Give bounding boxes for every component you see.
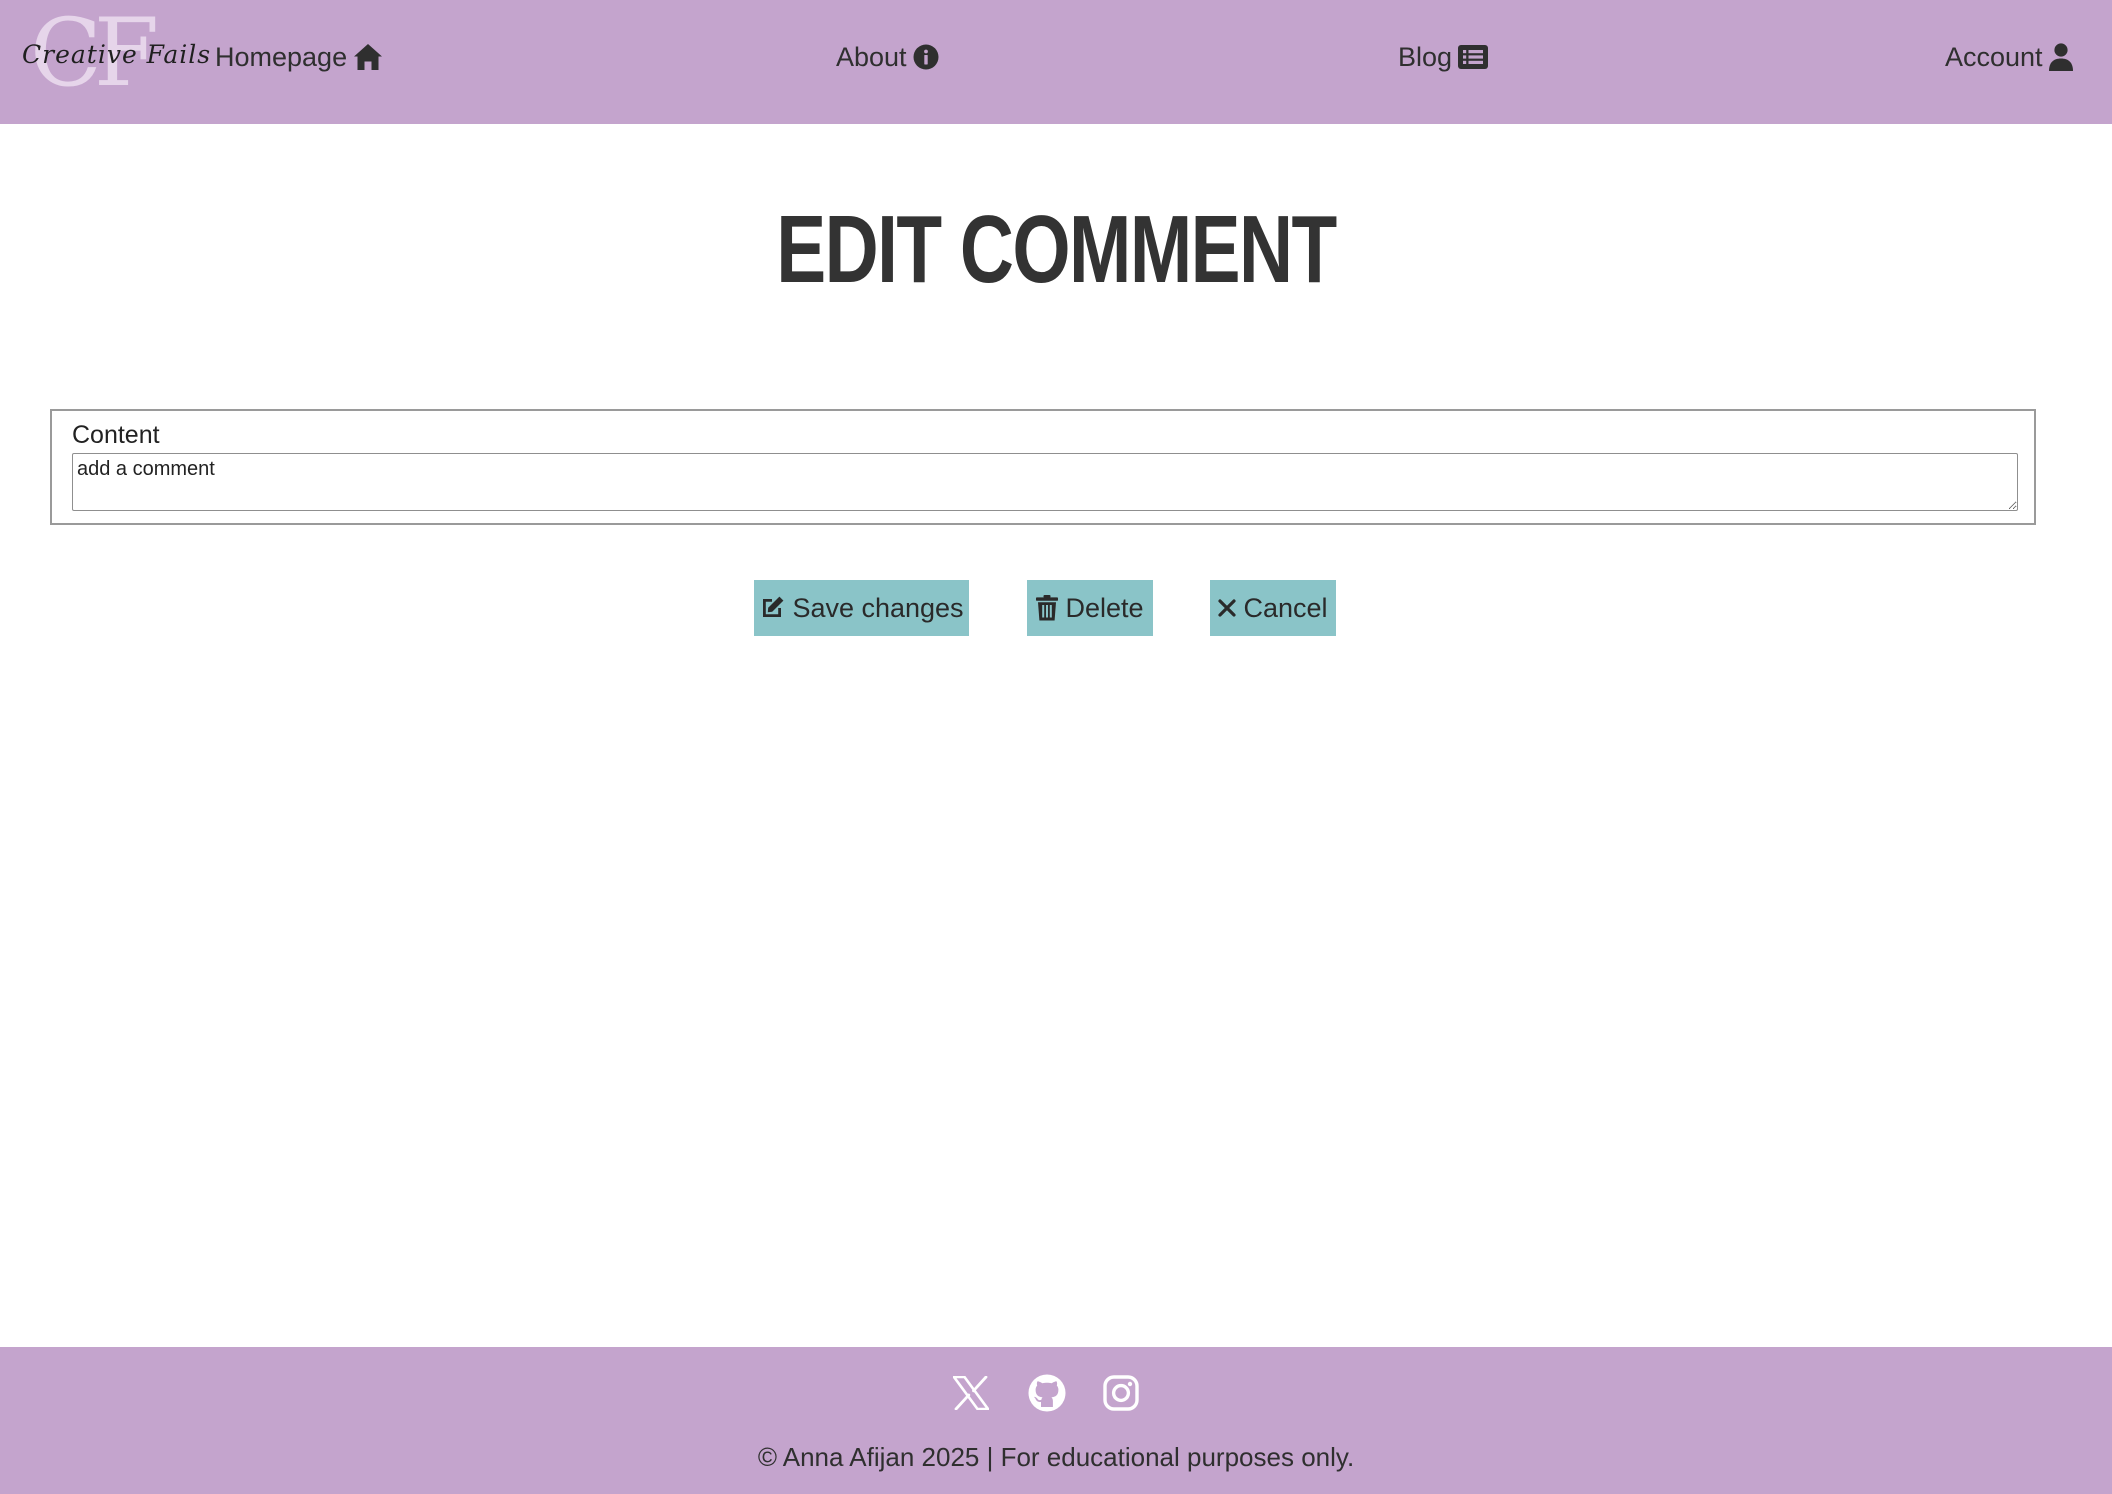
nav-blog-label: Blog [1398,41,1453,72]
site-logo[interactable]: CF Creative Fails [20,4,210,104]
close-icon [1218,599,1237,617]
nav-homepage-link[interactable]: Homepage [215,36,383,78]
edit-comment-form: Content [50,409,2036,525]
instagram-icon[interactable] [1101,1373,1141,1413]
github-icon[interactable] [1027,1373,1067,1413]
x-icon[interactable] [951,1373,991,1413]
edit-icon [763,596,784,617]
nav-about-link[interactable]: About [836,36,939,78]
footer-copyright: © Anna Afijan 2025 | For educational pur… [757,1442,1355,1472]
nav-homepage-label: Homepage [215,41,348,72]
logo-script-text: Creative Fails [22,40,212,69]
nav-blog-link[interactable]: Blog [1398,36,1489,78]
content-textarea[interactable] [72,453,2018,511]
trash-icon [1036,595,1059,621]
cancel-label: Cancel [1243,592,1328,623]
delete-button[interactable]: Delete [1027,580,1153,636]
info-circle-icon [913,44,939,70]
list-icon [1458,45,1489,69]
cancel-button[interactable]: Cancel [1210,580,1336,636]
site-footer: © Anna Afijan 2025 | For educational pur… [0,1347,2112,1494]
nav-account-link[interactable]: Account [1945,36,2073,78]
top-navbar: CF Creative Fails Homepage About Blog Ac… [0,0,2112,124]
save-changes-label: Save changes [792,592,964,623]
user-icon [2048,43,2073,71]
nav-about-label: About [836,41,907,72]
home-icon [354,44,383,70]
content-label: Content [72,421,160,449]
nav-account-label: Account [1945,41,2043,72]
page-title: EDIT COMMENT [776,196,1337,303]
delete-label: Delete [1065,592,1144,623]
save-changes-button[interactable]: Save changes [754,580,969,636]
